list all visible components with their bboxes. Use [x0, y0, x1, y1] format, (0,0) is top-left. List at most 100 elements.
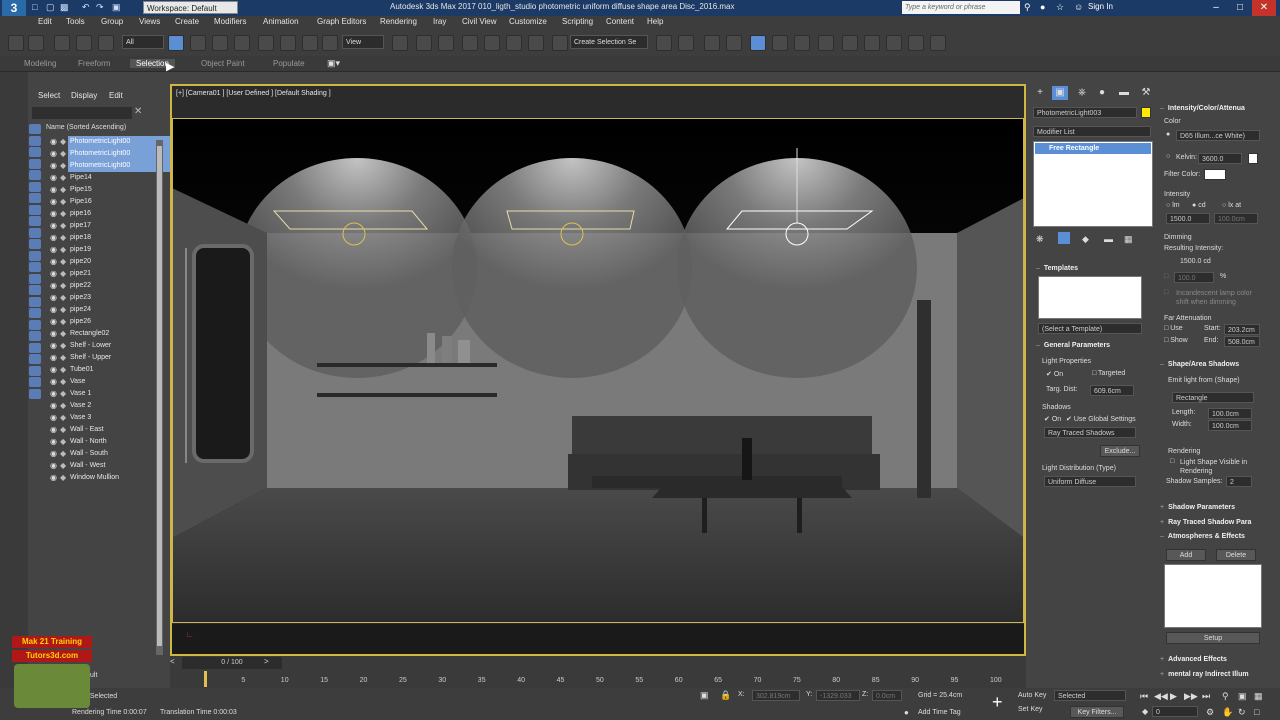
undo-icon[interactable]: [8, 35, 24, 51]
isolate-selection-icon[interactable]: ▣: [700, 690, 709, 701]
key-mode-select[interactable]: Selected: [1054, 690, 1126, 701]
go-to-start-icon[interactable]: ⏮: [1140, 691, 1148, 702]
snaps-toggle-icon[interactable]: [462, 35, 478, 51]
scene-explorer-icon[interactable]: [704, 35, 720, 51]
time-config-icon[interactable]: ⚙: [1206, 707, 1214, 718]
atmospheres-effects-rollout[interactable]: – Atmospheres & Effects: [1160, 533, 1245, 540]
explorer-row[interactable]: ◉ ◆ Vase 3: [50, 412, 180, 424]
explorer-row[interactable]: ◉ ◆ Wall - South: [50, 448, 180, 460]
y-coordinate-field[interactable]: -1329.033: [816, 690, 860, 701]
color-preset-select[interactable]: D65 Illum...ce White): [1176, 130, 1260, 141]
explorer-filter-icon[interactable]: [29, 193, 41, 203]
zoom-all-icon[interactable]: ▣: [1238, 691, 1247, 702]
time-slider-prev-icon[interactable]: <: [170, 657, 182, 669]
kelvin-spinner[interactable]: 3600.0: [1198, 153, 1242, 164]
lux-radio[interactable]: ○ lx at: [1222, 202, 1241, 209]
explorer-row[interactable]: ◉ ◆ pipe16: [50, 208, 180, 220]
template-select[interactable]: (Select a Template): [1038, 323, 1142, 334]
sign-in-link[interactable]: Sign In: [1088, 2, 1113, 11]
object-color-swatch[interactable]: [1141, 107, 1151, 118]
menu-iray[interactable]: Iray: [433, 17, 446, 26]
explorer-row[interactable]: ◉ ◆ pipe18: [50, 232, 180, 244]
preset-color-radio[interactable]: ●: [1166, 131, 1170, 138]
pin-stack-icon[interactable]: ❋: [1036, 234, 1044, 245]
explorer-filter-icon[interactable]: [29, 250, 41, 261]
motion-tab-icon[interactable]: ●: [1094, 86, 1110, 100]
viewport-label[interactable]: [+] [Camera01 ] [User Defined ] [Default…: [176, 90, 331, 97]
x-coordinate-field[interactable]: 302.819cm: [752, 690, 800, 701]
explorer-filter-icon[interactable]: [29, 262, 41, 272]
explorer-row[interactable]: ◉ ◆ pipe23: [50, 292, 180, 304]
shape-area-shadows-rollout[interactable]: – Shape/Area Shadows: [1160, 361, 1239, 368]
visibility-eye-icon[interactable]: ◉: [50, 460, 57, 472]
explorer-filter-icon[interactable]: [29, 170, 41, 180]
mental-ray-indirect-rollout[interactable]: + mental ray Indirect Illum: [1160, 671, 1249, 678]
minimize-icon[interactable]: –: [1204, 0, 1228, 16]
key-mode-icon[interactable]: ◆: [1142, 707, 1148, 716]
explorer-row[interactable]: ◉ ◆ Window Mullion: [50, 472, 180, 484]
camera-viewport[interactable]: [+] [Camera01 ] [User Defined ] [Default…: [170, 84, 1026, 656]
play-icon[interactable]: ▶: [1170, 691, 1177, 702]
time-slider-next-icon[interactable]: >: [264, 657, 276, 669]
templates-list[interactable]: [1038, 276, 1142, 319]
key-filters-button[interactable]: Key Filters...: [1070, 706, 1124, 718]
intensity-spinner[interactable]: 1500.0: [1166, 213, 1210, 224]
keyword-search-input[interactable]: Type a keyword or phrase: [902, 1, 1020, 14]
modify-tab-icon[interactable]: ▣: [1052, 86, 1068, 100]
named-selection-set-select[interactable]: Create Selection Se: [570, 35, 648, 49]
shape-type-select[interactable]: Rectangle: [1172, 392, 1254, 403]
modifier-list-select[interactable]: Modifier List: [1033, 126, 1151, 137]
favorites-icon[interactable]: ☆: [1056, 2, 1064, 13]
a360-gallery-icon[interactable]: [930, 35, 946, 51]
placement-icon[interactable]: [322, 35, 338, 51]
explorer-filter-icon[interactable]: [29, 285, 41, 295]
link-icon[interactable]: [54, 35, 70, 51]
mirror-icon[interactable]: [656, 35, 672, 51]
zoom-icon[interactable]: ⚲: [1222, 691, 1229, 702]
explorer-filter-icon[interactable]: [29, 273, 41, 284]
explorer-filter-icon[interactable]: [29, 377, 41, 387]
object-name-field[interactable]: PhotometricLight003: [1033, 107, 1137, 118]
visibility-eye-icon[interactable]: ◉: [50, 412, 57, 424]
rendered-frame-window-icon[interactable]: [864, 35, 880, 51]
keyboard-shortcut-icon[interactable]: [438, 35, 454, 51]
toggle-ribbon-icon[interactable]: [750, 35, 766, 51]
visibility-eye-icon[interactable]: ◉: [50, 256, 57, 268]
tab-populate[interactable]: Populate: [273, 59, 305, 68]
move-icon[interactable]: [258, 35, 274, 51]
previous-frame-icon[interactable]: ◀◀: [1154, 691, 1168, 702]
shadow-parameters-rollout[interactable]: + Shadow Parameters: [1160, 504, 1235, 511]
angle-snap-icon[interactable]: [484, 35, 500, 51]
tab-object-paint[interactable]: Object Paint: [201, 59, 245, 68]
exclude-button[interactable]: Exclude...: [1100, 445, 1140, 457]
scale-icon[interactable]: [302, 35, 318, 51]
workspace-select[interactable]: Workspace: Default: [143, 1, 238, 14]
visibility-eye-icon[interactable]: ◉: [50, 184, 57, 196]
visibility-eye-icon[interactable]: ◉: [50, 340, 57, 352]
visibility-eye-icon[interactable]: ◉: [50, 196, 57, 208]
intensity-color-rollout[interactable]: – Intensity/Color/Attenua: [1160, 105, 1245, 112]
visibility-eye-icon[interactable]: ◉: [50, 352, 57, 364]
delete-effect-button[interactable]: Delete: [1216, 549, 1256, 561]
explorer-row[interactable]: ◉ ◆ pipe20: [50, 256, 180, 268]
new-file-icon[interactable]: □: [32, 2, 42, 13]
visibility-eye-icon[interactable]: ◉: [50, 472, 57, 484]
visibility-eye-icon[interactable]: ◉: [50, 388, 57, 400]
visibility-eye-icon[interactable]: ◉: [50, 244, 57, 256]
explorer-row[interactable]: ◉ ◆ Pipe14: [50, 172, 180, 184]
explorer-filter-icon[interactable]: [29, 227, 41, 238]
visibility-eye-icon[interactable]: ◉: [50, 400, 57, 412]
maximize-viewport-icon[interactable]: □: [1254, 707, 1259, 717]
width-spinner[interactable]: 100.0cm: [1208, 420, 1252, 431]
incandescent-checkbox[interactable]: □: [1164, 289, 1168, 296]
explorer-row[interactable]: ◉ ◆ Wall - North: [50, 436, 180, 448]
lux-distance-spinner[interactable]: 100.0cm: [1214, 213, 1258, 224]
percent-snap-icon[interactable]: [506, 35, 522, 51]
menu-group[interactable]: Group: [101, 17, 123, 26]
visibility-eye-icon[interactable]: ◉: [50, 232, 57, 244]
configure-sets-icon[interactable]: ▦: [1124, 234, 1133, 245]
visibility-eye-icon[interactable]: ◉: [50, 292, 57, 304]
close-icon[interactable]: ✕: [1252, 0, 1276, 16]
explorer-filter-icon[interactable]: [29, 147, 41, 157]
visibility-eye-icon[interactable]: ◉: [50, 148, 57, 160]
